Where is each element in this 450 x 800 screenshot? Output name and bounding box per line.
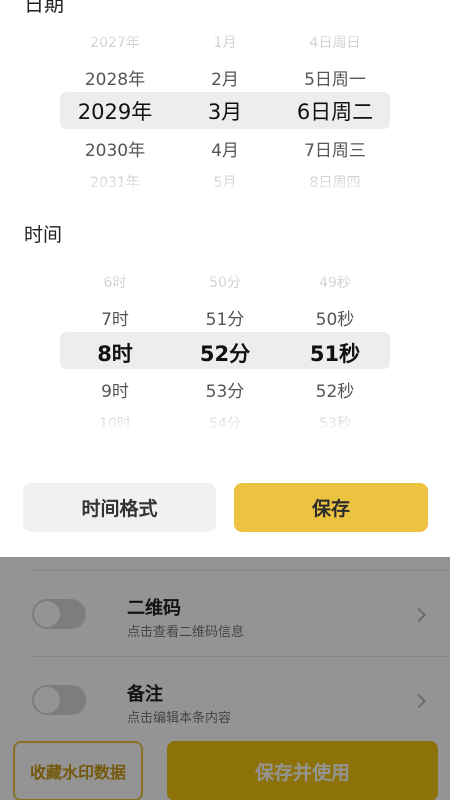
second-option[interactable]: 50秒: [260, 305, 410, 330]
time-picker[interactable]: 6时 7时 8时 9时 10时 50分 51分 52分 53分 54分 49秒 …: [0, 262, 450, 434]
date-time-sheet: 日期 2027年 2028年 2029年 2030年 2031年 1月 2月 3…: [0, 0, 450, 557]
date-picker[interactable]: 2027年 2028年 2029年 2030年 2031年 1月 2月 3月 4…: [0, 22, 450, 198]
save-button[interactable]: 保存: [234, 483, 428, 532]
time-format-button[interactable]: 时间格式: [23, 483, 216, 532]
day-option[interactable]: 5日周一: [260, 65, 410, 90]
day-option[interactable]: 8日周四: [260, 172, 410, 192]
second-selected[interactable]: 51秒: [260, 338, 410, 368]
time-section-label: 时间: [24, 224, 63, 246]
second-option[interactable]: 53秒: [260, 413, 410, 433]
modal-overlay[interactable]: [0, 557, 450, 800]
date-section-label: 日期: [24, 0, 64, 16]
day-option[interactable]: 7日周三: [260, 136, 410, 161]
second-option[interactable]: 49秒: [260, 272, 410, 292]
day-selected[interactable]: 6日周二: [260, 96, 410, 126]
second-option[interactable]: 52秒: [260, 377, 410, 402]
day-option[interactable]: 4日周日: [260, 32, 410, 52]
background-page: 二维码 点击查看二维码信息 备注 点击编辑本条内容 收藏水印数据 保存并使用: [0, 557, 450, 800]
